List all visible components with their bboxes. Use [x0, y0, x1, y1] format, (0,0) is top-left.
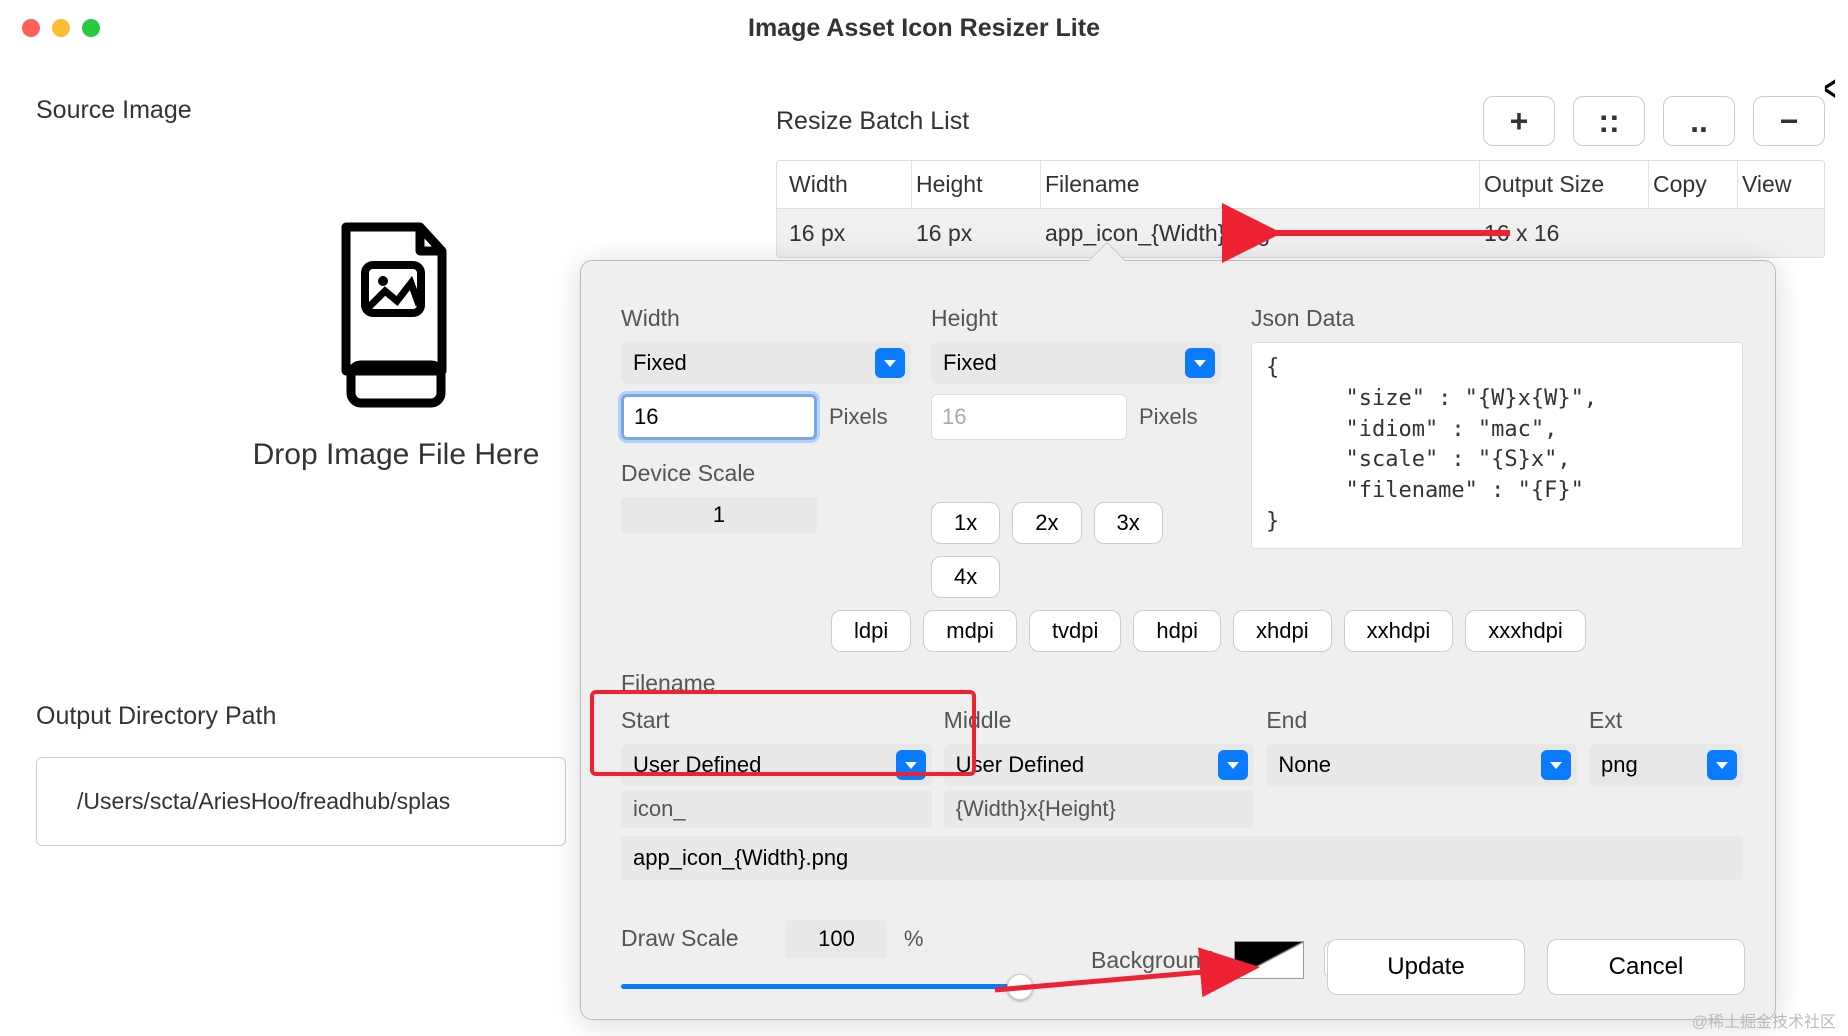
middle-select[interactable]: User Defined [944, 744, 1255, 786]
background-swatch[interactable] [1234, 941, 1304, 979]
end-label: End [1266, 707, 1577, 734]
batch-list-label: Resize Batch List [776, 107, 969, 136]
batch-table: Width Height Filename Output Size Copy V… [776, 160, 1825, 258]
col-filename[interactable]: Filename [1045, 171, 1475, 198]
draw-scale-value[interactable]: 100 [785, 920, 887, 958]
more-button[interactable]: .. [1663, 96, 1735, 146]
cancel-button[interactable]: Cancel [1547, 939, 1745, 995]
chevron-down-icon [1218, 750, 1248, 780]
height-unit: Pixels [1139, 404, 1198, 430]
add-button[interactable]: + [1483, 96, 1555, 146]
scale-pill-xxhdpi[interactable]: xxhdpi [1344, 610, 1454, 652]
chevron-down-icon [875, 348, 905, 378]
col-output[interactable]: Output Size [1484, 171, 1644, 198]
presets-button[interactable]: :: [1573, 96, 1645, 146]
scale-pill-hdpi[interactable]: hdpi [1133, 610, 1221, 652]
image-file-icon [321, 215, 471, 415]
chevron-left-icon[interactable]: < [1824, 70, 1836, 109]
filename-result: app_icon_{Width}.png [621, 836, 1743, 880]
source-image-label: Source Image [36, 96, 756, 125]
height-input[interactable] [931, 394, 1127, 440]
width-mode-select[interactable]: Fixed [621, 342, 911, 384]
width-input[interactable] [621, 394, 817, 440]
col-height[interactable]: Height [916, 171, 1036, 198]
watermark: @稀土掘金技术社区 [1692, 1008, 1836, 1032]
middle-label: Middle [944, 707, 1255, 734]
draw-scale-unit: % [904, 926, 924, 951]
ext-label: Ext [1589, 707, 1743, 734]
height-label: Height [931, 305, 1241, 332]
chevron-down-icon [1541, 750, 1571, 780]
scale-pill-2x[interactable]: 2x [1012, 502, 1081, 544]
col-view[interactable]: View [1742, 171, 1812, 198]
background-label: Background [1091, 947, 1214, 974]
edit-row-dialog: Width Fixed Pixels Device Scale 1 Height… [580, 260, 1776, 1020]
scale-pill-mdpi[interactable]: mdpi [923, 610, 1017, 652]
json-data-field[interactable]: { "size" : "{W}x{W}", "idiom" : "mac", "… [1251, 342, 1743, 549]
chevron-down-icon [1707, 750, 1737, 780]
json-label: Json Data [1251, 305, 1743, 332]
scale-pill-xhdpi[interactable]: xhdpi [1233, 610, 1332, 652]
popover-tail [1089, 243, 1125, 261]
titlebar: Image Asset Icon Resizer Lite [0, 0, 1848, 56]
output-path-field[interactable]: /Users/scta/AriesHoo/freadhub/splas [36, 757, 566, 846]
device-scale-field[interactable]: 1 [621, 497, 817, 533]
device-scale-label: Device Scale [621, 460, 931, 487]
start-field[interactable]: icon_ [621, 790, 932, 828]
draw-scale-slider[interactable] [621, 972, 1021, 1000]
middle-field[interactable]: {Width}x{Height} [944, 790, 1255, 828]
window-title: Image Asset Icon Resizer Lite [0, 14, 1848, 43]
ext-select[interactable]: png [1589, 744, 1743, 786]
remove-button[interactable]: − [1753, 96, 1825, 146]
width-label: Width [621, 305, 931, 332]
height-mode-select[interactable]: Fixed [931, 342, 1221, 384]
draw-scale-label: Draw Scale [621, 925, 781, 952]
scale-pill-tvdpi[interactable]: tvdpi [1029, 610, 1121, 652]
scale-pill-3x[interactable]: 3x [1094, 502, 1163, 544]
scale-pill-ldpi[interactable]: ldpi [831, 610, 911, 652]
update-button[interactable]: Update [1327, 939, 1525, 995]
annotation-highlight [590, 690, 976, 776]
col-width[interactable]: Width [789, 171, 907, 198]
col-copy[interactable]: Copy [1653, 171, 1733, 198]
table-row[interactable]: 16 px 16 px app_icon_{Width}.png 16 x 16 [777, 209, 1824, 257]
scale-pill-4x[interactable]: 4x [931, 556, 1000, 598]
scale-pill-xxxhdpi[interactable]: xxxhdpi [1465, 610, 1586, 652]
chevron-down-icon [1185, 348, 1215, 378]
scale-pill-1x[interactable]: 1x [931, 502, 1000, 544]
width-unit: Pixels [829, 404, 888, 430]
end-select[interactable]: None [1266, 744, 1577, 786]
